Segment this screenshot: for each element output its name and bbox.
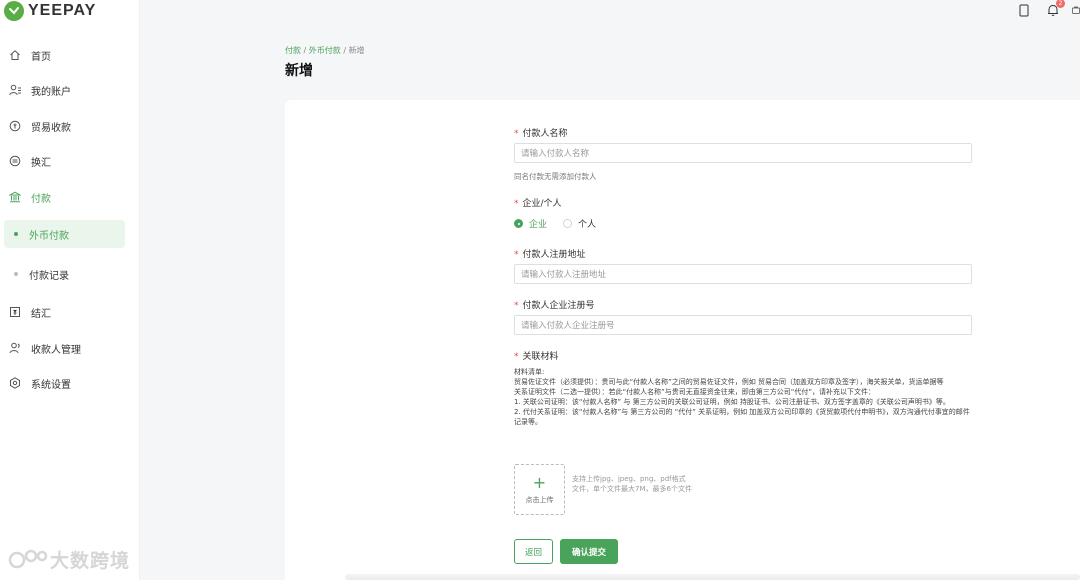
sidebar-item-label: 系统设置 xyxy=(31,379,71,391)
trade-collect-icon xyxy=(8,119,22,133)
watermark-logo-icon xyxy=(8,549,48,568)
radio-unchecked-icon xyxy=(563,219,573,228)
form-card xyxy=(285,100,1080,580)
sidebar-item-label: 付款 xyxy=(31,193,51,205)
required-mark: * xyxy=(514,352,519,362)
upload-button[interactable]: + 点击上传 xyxy=(514,464,565,515)
entity-type-radio-group: 企业 个人 xyxy=(514,217,612,230)
materials-description: 材料清单: 贸易佐证文件（必须提供）：贵司与此“付款人名称”之间的贸易佐证文件，… xyxy=(514,367,972,427)
user-list-icon xyxy=(8,83,22,97)
home-icon xyxy=(8,48,22,62)
sidebar-item-exchange[interactable]: 换汇 xyxy=(4,147,125,175)
materials-line: 1. 关联公司证明：该“付款人名称” 与 第三方公司的关联公司证明，例如 持股证… xyxy=(514,398,950,406)
required-mark: * xyxy=(514,199,519,209)
materials-line: 关系证明文件（二选一提供）：若此“付款人名称”与贵司无直接资金往来，即由第三方公… xyxy=(514,388,876,396)
bell-icon[interactable]: 2 xyxy=(1046,0,1065,17)
sidebar-item-label: 收款人管理 xyxy=(31,344,81,356)
sidebar-item-my-account[interactable]: 我的账户 xyxy=(4,76,125,104)
required-mark: * xyxy=(514,129,519,139)
reg-address-input[interactable]: 请输入付款人注册地址 xyxy=(514,264,972,284)
reg-number-label: * 付款人企业注册号 xyxy=(514,301,595,311)
sidebar-item-label: 我的账户 xyxy=(31,86,71,98)
sidebar-item-payment[interactable]: 付款 xyxy=(4,183,125,211)
watermark: 大数跨境 xyxy=(8,546,130,573)
required-mark: * xyxy=(514,301,519,311)
payer-name-placeholder: 请输入付款人名称 xyxy=(521,149,590,159)
briefcase-icon[interactable] xyxy=(1072,3,1080,17)
payer-name-input[interactable]: 请输入付款人名称 xyxy=(514,143,972,163)
sidebar-item-payment-records[interactable]: 付款记录 xyxy=(4,260,125,288)
upload-label: 点击上传 xyxy=(525,495,554,504)
gear-icon xyxy=(8,376,22,390)
breadcrumb-separator: / xyxy=(301,46,309,55)
breadcrumb-foreign-payment[interactable]: 外币付款 xyxy=(309,46,341,55)
entity-type-label: * 企业/个人 xyxy=(514,199,562,209)
payer-name-label: * 付款人名称 xyxy=(514,129,568,139)
materials-label: * 关联材料 xyxy=(514,352,559,362)
reg-number-input[interactable]: 请输入付款人企业注册号 xyxy=(514,315,972,335)
sidebar-item-label: 换汇 xyxy=(31,157,51,169)
required-mark: * xyxy=(514,250,519,260)
sidebar-item-settings[interactable]: 系统设置 xyxy=(4,369,125,397)
watermark-text: 大数跨境 xyxy=(50,550,131,572)
breadcrumb-separator: / xyxy=(340,46,349,55)
radio-individual[interactable]: 个人 xyxy=(563,217,596,230)
reg-address-label: * 付款人注册地址 xyxy=(514,250,586,260)
horizontal-scrollbar[interactable] xyxy=(345,574,1080,580)
materials-line: 2. 代付关系证明：该“付款人名称”与 第三方公司的 “代付” 关系证明，例如 … xyxy=(514,408,970,426)
breadcrumb-payment[interactable]: 付款 xyxy=(285,46,301,55)
breadcrumb: 付款 / 外币付款 / 新增 xyxy=(285,45,365,56)
submit-button[interactable]: 确认提交 xyxy=(560,539,618,564)
materials-line: 贸易佐证文件（必须提供）：贵司与此“付款人名称”之间的贸易佐证文件，例如 贸易合… xyxy=(514,378,944,386)
sidebar-item-label: 首页 xyxy=(31,51,51,63)
brand-name: YEEPAY xyxy=(28,2,97,19)
yeepay-logo-icon xyxy=(4,1,24,21)
materials-line: 材料清单: xyxy=(514,368,545,376)
sidebar-item-label: 贸易收款 xyxy=(31,122,71,134)
dot-icon xyxy=(14,272,18,276)
breadcrumb-current: 新增 xyxy=(348,46,365,55)
brand-logo[interactable]: YEEPAY xyxy=(4,1,96,21)
page-title: 新增 xyxy=(285,63,313,79)
topbar-icons: 2 xyxy=(1002,0,1080,17)
radio-enterprise[interactable]: 企业 xyxy=(514,217,547,230)
reg-address-placeholder: 请输入付款人注册地址 xyxy=(521,270,607,280)
reg-number-placeholder: 请输入付款人企业注册号 xyxy=(521,321,615,331)
payee-icon xyxy=(8,341,22,355)
sidebar-item-trade-collection[interactable]: 贸易收款 xyxy=(4,112,125,140)
exchange-icon xyxy=(8,154,22,168)
plus-icon: + xyxy=(532,472,547,492)
upload-note: 支持上传jpg、jpeg、png、pdf格式文件，单个文件最大7M，最多6个文件 xyxy=(572,475,692,493)
tablet-icon[interactable] xyxy=(1017,3,1031,17)
radio-checked-icon xyxy=(514,219,523,228)
sidebar: YEEPAY 首页 我的账户 贸易收款 换汇 付款 外币付款 付款记录 结汇 收… xyxy=(0,0,140,580)
sidebar-item-label: 外币付款 xyxy=(29,230,69,242)
sidebar-item-home[interactable]: 首页 xyxy=(4,41,125,69)
sidebar-item-foreign-payment[interactable]: 外币付款 xyxy=(4,220,125,248)
bank-icon xyxy=(8,190,22,204)
back-button[interactable]: 返回 xyxy=(514,539,553,564)
payer-name-hint: 同名付款无需添加付款人 xyxy=(514,172,597,181)
dot-icon xyxy=(14,232,18,236)
sidebar-item-label: 结汇 xyxy=(31,308,51,320)
notification-badge: 2 xyxy=(1056,0,1065,8)
sidebar-item-payee-management[interactable]: 收款人管理 xyxy=(4,334,125,362)
sidebar-item-label: 付款记录 xyxy=(29,270,69,282)
settlement-icon xyxy=(8,305,22,319)
sidebar-item-settlement[interactable]: 结汇 xyxy=(4,298,125,326)
